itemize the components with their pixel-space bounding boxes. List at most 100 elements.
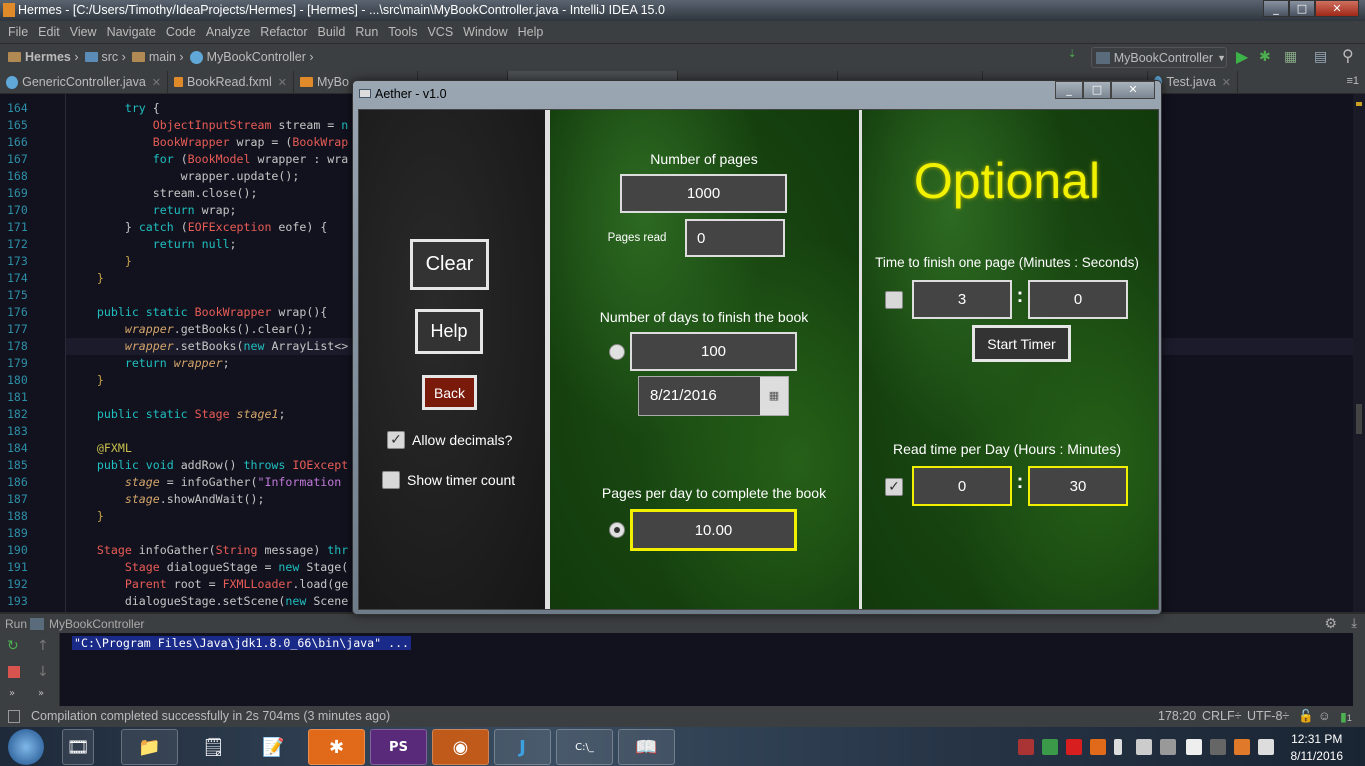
dialog-maximize-button[interactable]: □ <box>1083 81 1111 99</box>
file-encoding[interactable]: UTF-8÷ <box>1247 709 1289 723</box>
editor-scrollbar[interactable] <box>1353 94 1365 612</box>
code-line[interactable]: @FXML <box>69 441 132 455</box>
pages-read-input[interactable]: 0 <box>685 219 785 257</box>
run-console[interactable]: ↻ ↑ ↓ » » "C:\Program Files\Java\jdk1.8.… <box>0 633 1365 706</box>
arrow-up-icon[interactable]: ↑ <box>37 638 49 654</box>
taskbar-explorer-icon[interactable]: 📁 <box>121 729 178 765</box>
taskbar-phpstorm-icon[interactable]: PS <box>370 729 427 765</box>
code-line[interactable]: stage = infoGather("Information <box>69 475 348 489</box>
code-line[interactable]: public void addRow() throws IOExcept <box>69 458 348 472</box>
search-icon[interactable]: ⚲ <box>1342 46 1354 66</box>
code-line[interactable]: dialogueStage.setScene(new Scene <box>69 594 348 608</box>
tray-volume-muted-icon[interactable] <box>1136 739 1152 755</box>
taskbar-intellij-icon[interactable]: J <box>494 729 551 765</box>
stop-icon[interactable] <box>8 666 20 678</box>
menu-file[interactable]: File <box>8 25 28 39</box>
event-log-icon[interactable]: ▮1 <box>1340 709 1352 724</box>
code-line[interactable]: } <box>69 271 104 285</box>
breadcrumb-src[interactable]: src › <box>84 50 126 64</box>
hours-input[interactable]: 0 <box>912 466 1012 506</box>
breadcrumb-class[interactable]: MyBookController › <box>189 50 314 64</box>
tray-avira-icon[interactable] <box>1066 739 1082 755</box>
hide-panel-icon[interactable]: ⤓ <box>1351 615 1357 631</box>
code-line[interactable]: stream.close(); <box>69 186 258 200</box>
close-tab-icon[interactable]: ✕ <box>1222 76 1231 89</box>
allow-decimals-checkbox[interactable]: ✓ <box>387 431 405 449</box>
tray-google-drive-icon[interactable] <box>1042 739 1058 755</box>
breadcrumb-hermes[interactable]: Hermes › <box>8 50 79 64</box>
taskbar-notepadpp-icon[interactable]: 📝 <box>245 729 302 765</box>
tab-bookread-fxml[interactable]: BookRead.fxml ✕ <box>168 71 294 93</box>
code-line[interactable]: return wrapper; <box>69 356 230 370</box>
menu-code[interactable]: Code <box>166 25 196 39</box>
cursor-position[interactable]: 178:20 <box>1158 709 1196 723</box>
run-icon[interactable]: ▶ <box>1236 47 1248 67</box>
code-line[interactable]: BookWrapper wrap = (BookWrap <box>69 135 348 149</box>
tray-wifi-icon[interactable] <box>1210 739 1226 755</box>
hector-icon[interactable]: ☺ <box>1318 709 1331 723</box>
days-input[interactable]: 100 <box>630 332 797 371</box>
tray-action-center-icon[interactable] <box>1258 739 1274 755</box>
code-line[interactable]: return wrap; <box>69 203 237 217</box>
menu-edit[interactable]: Edit <box>38 25 60 39</box>
code-line[interactable]: public static BookWrapper wrap(){ <box>69 305 327 319</box>
more-icon[interactable]: » <box>38 688 44 699</box>
breadcrumb-main[interactable]: main › <box>131 50 184 64</box>
menu-view[interactable]: View <box>70 25 97 39</box>
coverage-icon[interactable]: ▦ <box>1284 48 1297 65</box>
menu-window[interactable]: Window <box>463 25 507 39</box>
debug-icon[interactable]: ✱ <box>1259 48 1271 65</box>
minimize-button[interactable]: _ <box>1263 0 1289 17</box>
menu-refactor[interactable]: Refactor <box>260 25 307 39</box>
lock-icon[interactable]: 🔓 <box>1298 709 1314 724</box>
tab-generic-controller[interactable]: GenericController.java ✕ <box>0 71 168 93</box>
help-button[interactable]: Help <box>415 309 483 354</box>
code-line[interactable]: } <box>69 373 104 387</box>
rerun-icon[interactable]: ↻ <box>7 638 19 654</box>
pages-per-day-output[interactable]: 10.00 <box>630 509 797 551</box>
close-tab-icon[interactable]: ✕ <box>152 76 161 89</box>
taskbar-cmd-icon[interactable]: C:\_ <box>556 729 613 765</box>
code-line[interactable]: for (BookModel wrapper : wra <box>69 152 348 166</box>
tray-windows-icon[interactable] <box>1186 739 1202 755</box>
menu-build[interactable]: Build <box>318 25 346 39</box>
code-line[interactable]: wrapper.getBooks().clear(); <box>69 322 313 336</box>
menu-analyze[interactable]: Analyze <box>206 25 250 39</box>
read-time-checkbox[interactable]: ✓ <box>885 478 903 496</box>
code-line[interactable]: public static Stage stage1; <box>69 407 286 421</box>
code-line[interactable]: wrapper.setBooks(new ArrayList<> <box>69 339 348 353</box>
code-line[interactable]: ObjectInputStream stream = n <box>69 118 348 132</box>
tray-network-error-icon[interactable] <box>1018 739 1034 755</box>
pages-input[interactable]: 1000 <box>620 174 787 213</box>
menu-navigate[interactable]: Navigate <box>107 25 156 39</box>
code-line[interactable]: Parent root = FXMLLoader.load(ge <box>69 577 348 591</box>
code-line[interactable]: } <box>69 509 104 523</box>
line-separator[interactable]: CRLF÷ <box>1202 709 1242 723</box>
code-line[interactable]: return null; <box>69 237 237 251</box>
pages-per-day-radio[interactable] <box>609 522 625 538</box>
calendar-icon[interactable]: ▦ <box>760 377 788 415</box>
more-icon[interactable]: » <box>9 688 15 699</box>
read-minutes-input[interactable]: 30 <box>1028 466 1128 506</box>
arrow-down-icon[interactable]: ↓ <box>37 664 49 680</box>
start-button[interactable] <box>8 729 44 765</box>
settings-gear-icon[interactable]: ⚙ <box>1324 615 1337 632</box>
taskbar-aether-icon[interactable]: 📖 <box>618 729 675 765</box>
taskbar-media-icon[interactable]: 🎞 <box>62 729 94 765</box>
dialog-minimize-button[interactable]: _ <box>1055 81 1083 99</box>
tray-java-icon[interactable] <box>1234 739 1250 755</box>
taskbar-notes-icon[interactable]: 🗒 <box>185 729 242 765</box>
code-line[interactable]: stage.showAndWait(); <box>69 492 265 506</box>
project-structure-icon[interactable]: ▤ <box>1314 48 1327 65</box>
code-line[interactable]: Stage infoGather(String message) thr <box>69 543 348 557</box>
time-per-page-checkbox[interactable] <box>885 291 903 309</box>
menu-help[interactable]: Help <box>518 25 544 39</box>
run-config-dropdown[interactable]: MyBookController ▼ <box>1091 47 1227 68</box>
finish-date-picker[interactable]: 8/21/2016 ▦ <box>638 376 789 416</box>
menu-run[interactable]: Run <box>355 25 378 39</box>
code-line[interactable]: } <box>69 254 132 268</box>
toggle-panels-icon[interactable] <box>8 710 20 723</box>
show-timer-checkbox[interactable] <box>382 471 400 489</box>
tab-overflow-menu[interactable]: ≡1 <box>1346 75 1359 87</box>
vcs-update-icon[interactable]: ⇣ <box>1068 49 1076 60</box>
